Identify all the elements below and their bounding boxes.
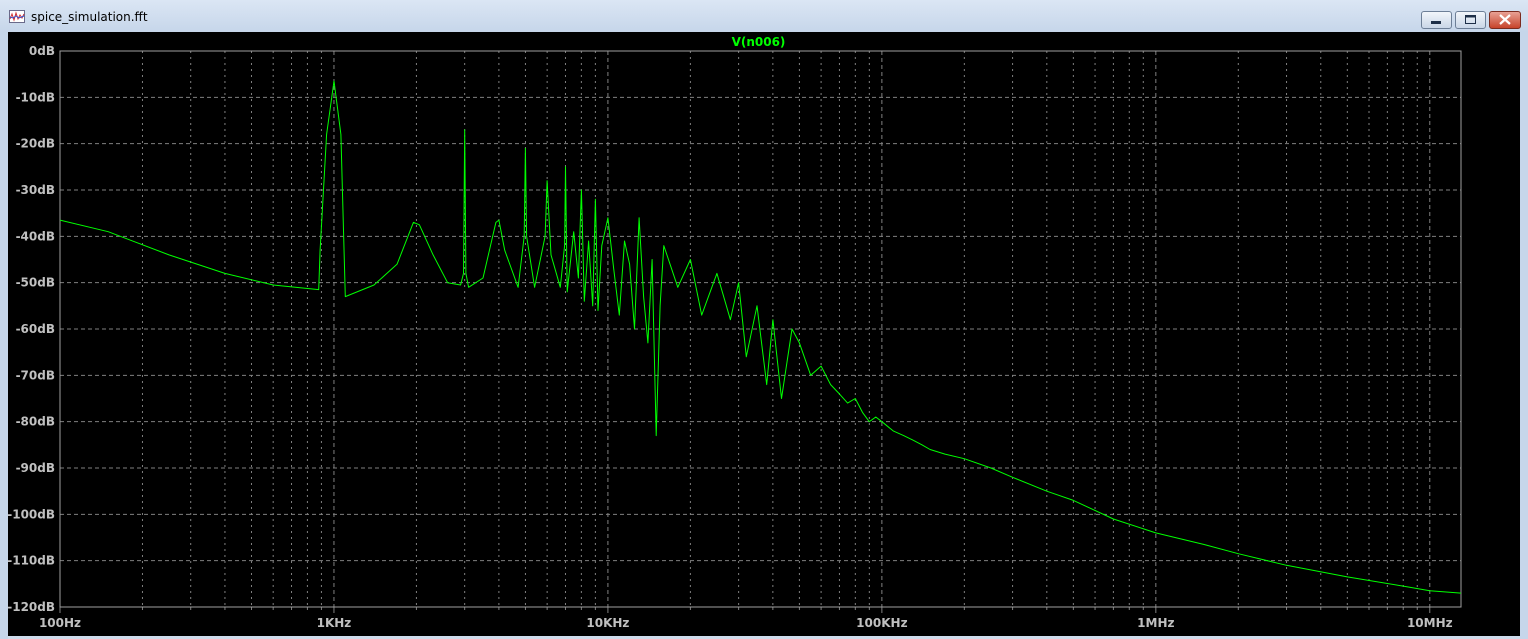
plot-area[interactable]: 0dB -10dB -20dB -30dB -40dB -50dB -60dB -70dB -8… <box>8 32 1520 636</box>
y-tick-label: -60dB <box>16 322 55 336</box>
window-title: spice_simulation.fft <box>31 10 148 24</box>
x-tick-label: 1MHz <box>1137 616 1174 630</box>
minimize-icon <box>1431 21 1441 24</box>
close-button[interactable] <box>1489 11 1521 29</box>
maximize-button[interactable] <box>1455 11 1486 29</box>
y-tick-label: -50dB <box>16 276 55 290</box>
x-tick-label: 10KHz <box>586 616 629 630</box>
y-tick-label: -10dB <box>16 90 55 104</box>
waveform-icon <box>9 10 25 23</box>
window-frame-left <box>0 32 8 639</box>
y-tick-label: -110dB <box>8 554 55 568</box>
x-tick-label: 100Hz <box>39 616 81 630</box>
y-tick-label: -70dB <box>16 368 55 382</box>
title-bar[interactable]: spice_simulation.fft <box>0 0 1528 32</box>
series-line <box>59 80 1462 594</box>
chart-title: V(n006) <box>732 35 786 49</box>
y-tick-label: -30dB <box>16 183 55 197</box>
y-tick-label: -40dB <box>16 229 55 243</box>
y-tick-label: -80dB <box>16 415 55 429</box>
minimize-button[interactable] <box>1421 11 1452 29</box>
maximize-icon <box>1465 15 1476 24</box>
y-tick-label: -20dB <box>16 137 55 151</box>
y-tick-label: -120dB <box>8 600 55 614</box>
x-tick-label: 1KHz <box>317 616 352 630</box>
close-icon <box>1499 14 1511 25</box>
x-tick-label: 10MHz <box>1407 616 1453 630</box>
fft-chart[interactable]: 0dB -10dB -20dB -30dB -40dB -50dB -60dB -70dB -8… <box>8 32 1520 636</box>
plot-window: spice_simulation.fft 0dB -10dB -20dB -30dB -… <box>0 0 1528 639</box>
y-tick-label: -90dB <box>16 461 55 475</box>
x-tick-label: 100KHz <box>856 616 907 630</box>
y-tick-label: 0dB <box>29 44 55 58</box>
window-frame-right <box>1520 32 1528 639</box>
y-tick-label: -100dB <box>8 507 55 521</box>
